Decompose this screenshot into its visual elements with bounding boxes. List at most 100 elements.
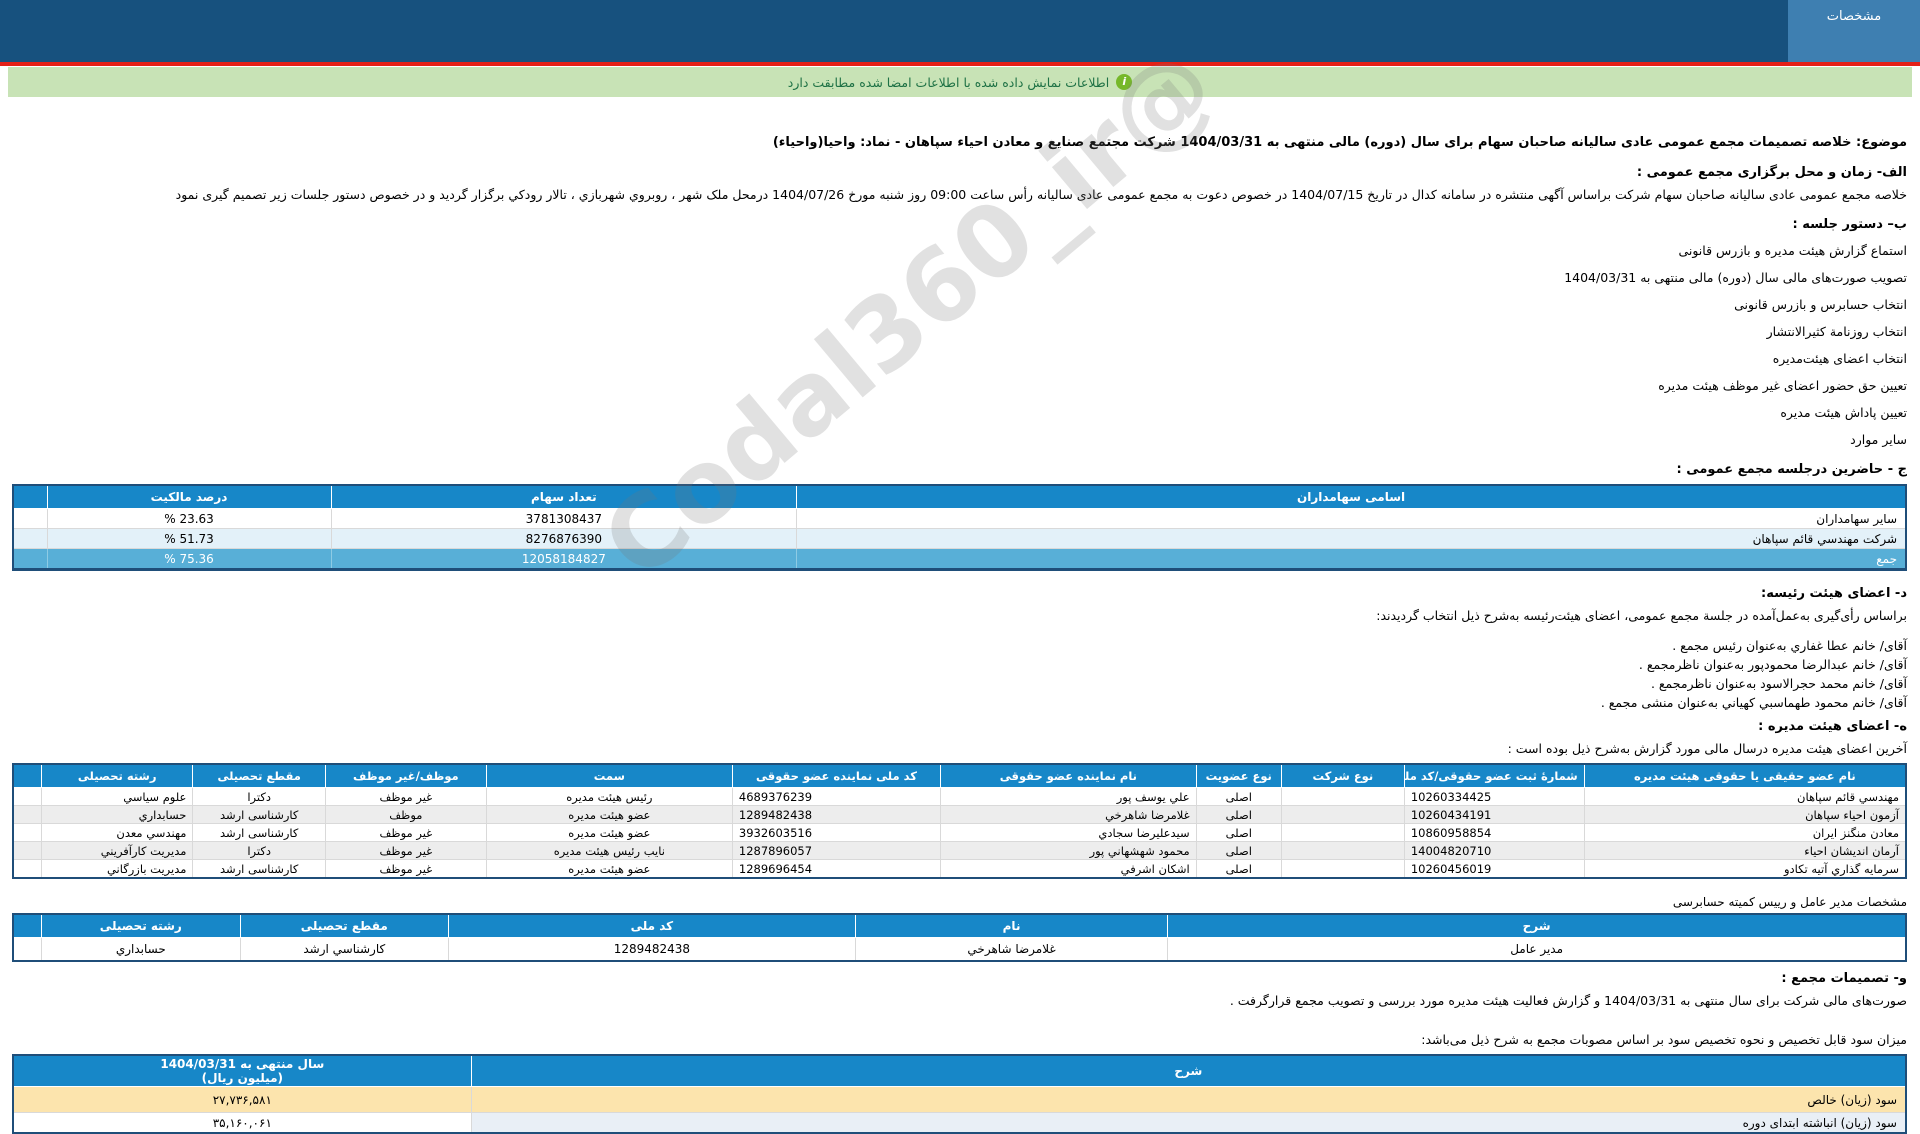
signature-match-text: اطلاعات نمایش داده شده با اطلاعات امضا ش… [788, 75, 1109, 90]
table-row: مهندسي قائم سپاهان 10260334425 اصلی علي … [13, 788, 1906, 806]
company-type [1281, 806, 1404, 824]
member-name: سرمایه گذاري آتیه تکادو [1584, 860, 1906, 879]
profit-col-amount-year: سال منتهی به 1404/03/31 [20, 1057, 465, 1071]
ownership-percent: % 23.63 [47, 509, 331, 529]
membership-type: اصلی [1196, 842, 1281, 860]
red-divider [0, 62, 1920, 66]
section-f-body: صورت‌های مالی شرکت برای سال منتهی به 140… [12, 993, 1907, 1008]
agenda-list: استماع گزارش هیئت مدیره و بازرس قانونی ت… [12, 243, 1907, 447]
share-count: 8276876390 [331, 529, 797, 549]
section-b-title: ب– دستور جلسه : [12, 217, 1907, 232]
rep-name: اشکان اشرفي [941, 860, 1197, 879]
board-members-table: نام عضو حقیقی یا حقوقی هیئت مدیره شمارۀ … [12, 763, 1907, 879]
profit-header-row: شرح سال منتهی به 1404/03/31 (میلیون ریال… [13, 1055, 1906, 1087]
reg-number: 10260334425 [1404, 788, 1584, 806]
tab-specifications[interactable]: مشخصات [1788, 0, 1920, 62]
presidium-member: آقای/ خانم عطا غفاري به‌عنوان رئیس مجمع … [12, 636, 1907, 655]
table-row: سود (زیان) انباشته ابتدای دوره ۳۵,۱۶۰,۰۶… [13, 1113, 1906, 1134]
executive-status: غیر موظف [325, 860, 486, 879]
share-count: 3781308437 [331, 509, 797, 529]
shareholder-name: شرکت مهندسي قائم سپاهان [797, 529, 1906, 549]
table-row: معادن منگنز ایران 10860958854 اصلی سیدعل… [13, 824, 1906, 842]
executive-status: غیر موظف [325, 842, 486, 860]
empty-cell [13, 824, 41, 842]
shareholder-name: جمع [797, 549, 1906, 570]
profit-line-label: سود (زیان) انباشته ابتدای دوره [471, 1113, 1906, 1134]
ceo-degree: کارشناسي ارشد [240, 938, 448, 962]
field: مهندسي معدن [41, 824, 192, 842]
attendees-col-shares: تعداد سهام [331, 485, 797, 509]
ceo-col-name: نام [855, 914, 1167, 938]
reg-number: 10260434191 [1404, 806, 1584, 824]
board-col-executive-status: موظف/غیر موظف [325, 764, 486, 788]
empty-cell [13, 938, 41, 962]
ceo-section-label: مشخصات مدیر عامل و رییس کمیته حسابرسی [12, 895, 1907, 909]
company-type [1281, 824, 1404, 842]
table-row: مدیر عامل غلامرضا شاهرخي 1289482438 کارش… [13, 938, 1906, 962]
executive-status: غیر موظف [325, 788, 486, 806]
ceo-description: مدیر عامل [1168, 938, 1906, 962]
reg-number: 10260456019 [1404, 860, 1584, 879]
agenda-item: سایر موارد [12, 432, 1907, 447]
table-row: سایر سهامداران 3781308437 % 23.63 [13, 509, 1906, 529]
field: مدیریت بازرگاني [41, 860, 192, 879]
board-col-rep-name: نام نماینده عضو حقوقی [941, 764, 1197, 788]
ownership-percent: % 51.73 [47, 529, 331, 549]
table-row: سود (زیان) خالص ۲۷,۷۳۶,۵۸۱ [13, 1087, 1906, 1113]
rep-national-id: 4689376239 [732, 788, 940, 806]
position: عضو هیئت مدیره [486, 824, 732, 842]
membership-type: اصلی [1196, 860, 1281, 879]
board-col-reg-number: شمارۀ ثبت عضو حقوقی/کد ملی [1404, 764, 1584, 788]
profit-col-description: شرح [471, 1055, 1906, 1087]
section-c-title: ج - حاضرین درجلسه مجمع عمومی : [12, 462, 1907, 477]
report-body: موضوع: خلاصه تصمیمات مجمع عمومی عادی سال… [0, 97, 1920, 1134]
ceo-col-description: شرح [1168, 914, 1906, 938]
company-type [1281, 842, 1404, 860]
membership-type: اصلی [1196, 788, 1281, 806]
position: رئیس هیئت مدیره [486, 788, 732, 806]
empty-cell [13, 842, 41, 860]
degree: کارشناسی ارشد [193, 824, 326, 842]
board-col-position: سمت [486, 764, 732, 788]
rep-national-id: 1289482438 [732, 806, 940, 824]
board-col-empty [13, 764, 41, 788]
table-row: شرکت مهندسي قائم سپاهان 8276876390 % 51.… [13, 529, 1906, 549]
ceo-national-id: 1289482438 [448, 938, 855, 962]
section-e-intro: آخرین اعضای هیئت مدیره درسال مالی مورد گ… [12, 741, 1907, 756]
presidium-members: آقای/ خانم عطا غفاري به‌عنوان رئیس مجمع … [12, 636, 1907, 712]
member-name: آزمون احیاء سپاهان [1584, 806, 1906, 824]
table-total-row: جمع 12058184827 % 75.36 [13, 549, 1906, 570]
profit-line-amount: ۳۵,۱۶۰,۰۶۱ [13, 1113, 471, 1134]
empty-cell [13, 860, 41, 879]
table-row: آرمان اندیشان احیاء 14004820710 اصلی محم… [13, 842, 1906, 860]
attendees-header-row: اسامی سهامداران تعداد سهام درصد مالکیت [13, 485, 1906, 509]
rep-name: علي یوسف پور [941, 788, 1197, 806]
position: عضو هیئت مدیره [486, 860, 732, 879]
field: مدیریت کارآفریني [41, 842, 192, 860]
board-col-membership-type: نوع عضویت [1196, 764, 1281, 788]
empty-cell [13, 549, 47, 570]
board-col-rep-national-id: کد ملی نماینده عضو حقوقی [732, 764, 940, 788]
board-header-row: نام عضو حقیقی یا حقوقی هیئت مدیره شمارۀ … [13, 764, 1906, 788]
profit-line-amount: ۲۷,۷۳۶,۵۸۱ [13, 1087, 471, 1113]
board-col-field: رشته تحصیلی [41, 764, 192, 788]
ceo-col-field: رشته تحصیلی [41, 914, 240, 938]
profit-allocation-table: شرح سال منتهی به 1404/03/31 (میلیون ریال… [12, 1054, 1907, 1134]
top-header-bar: مشخصات [0, 0, 1920, 62]
empty-cell [13, 788, 41, 806]
executive-status: غیر موظف [325, 824, 486, 842]
degree: دکترا [193, 842, 326, 860]
attendees-col-ownership: درصد مالکیت [47, 485, 331, 509]
rep-name: محمود شهشهاني پور [941, 842, 1197, 860]
position: عضو هیئت مدیره [486, 806, 732, 824]
agenda-item: انتخاب حسابرس و بازرس قانونی [12, 297, 1907, 312]
ceo-col-empty [13, 914, 41, 938]
ceo-field: حسابداري [41, 938, 240, 962]
agenda-item: انتخاب اعضای هیئت‌مدیره [12, 351, 1907, 366]
section-a-body: خلاصه مجمع عمومی عادی سالیانه صاحبان سها… [12, 187, 1907, 202]
empty-cell [13, 509, 47, 529]
section-f-title: و- تصمیمات مجمع : [12, 971, 1907, 986]
reg-number: 10860958854 [1404, 824, 1584, 842]
reg-number: 14004820710 [1404, 842, 1584, 860]
rep-name: غلامرضا شاهرخي [941, 806, 1197, 824]
